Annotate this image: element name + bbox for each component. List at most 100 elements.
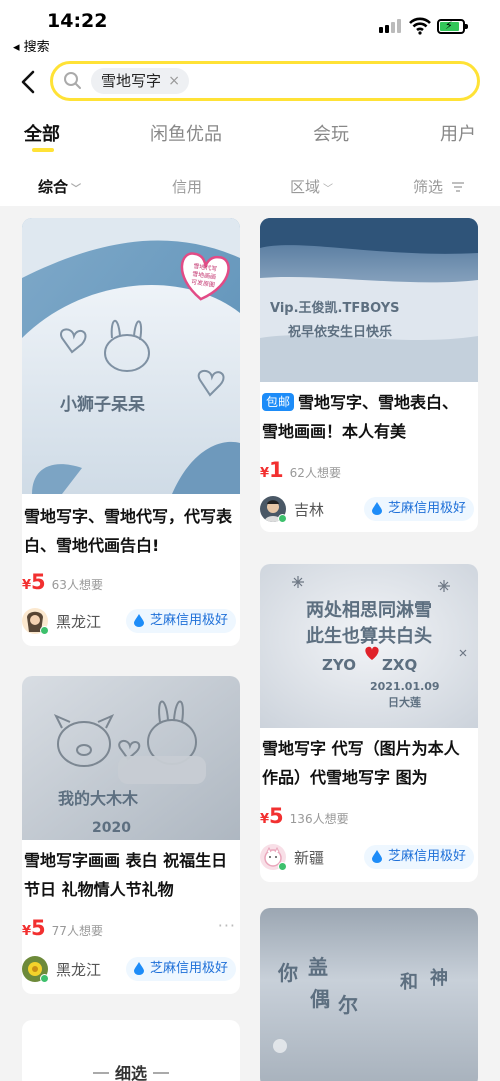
- filter-credit[interactable]: 信用: [172, 176, 202, 197]
- want-count: 63人想要: [51, 578, 103, 592]
- product-image: 你 盖 偶 尔 和 神: [260, 908, 478, 1081]
- signal-icon: [379, 19, 405, 33]
- filter-credit-label: 信用: [172, 178, 203, 196]
- snow-writing: 两处相思同淋雪: [306, 599, 432, 621]
- seller-row[interactable]: 吉林 芝麻信用极好: [260, 496, 478, 526]
- battery-icon: ⚡: [437, 19, 468, 34]
- snow-writing: 尔: [338, 993, 358, 1017]
- drop-icon: [133, 614, 144, 627]
- drop-icon: [371, 850, 382, 863]
- credit-label: 芝麻信用极好: [149, 961, 228, 976]
- price-row: ¥5 63人想要: [22, 570, 103, 594]
- seller-row[interactable]: 黑龙江 芝麻信用极好: [22, 956, 240, 986]
- snow-writing: 你: [277, 961, 298, 985]
- product-image: Vip.王俊凯.TFBOYS 祝早依安生日快乐: [260, 218, 478, 382]
- search-header: 雪地写字 × 全部 闲鱼优品 会玩 用户: [0, 58, 500, 166]
- wifi-icon: [409, 17, 431, 35]
- price-row: ¥5 77人想要: [22, 916, 103, 940]
- search-box[interactable]: 雪地写字 ×: [50, 61, 480, 101]
- online-dot: [278, 514, 287, 523]
- seller-region: 黑龙江: [56, 613, 102, 631]
- product-card[interactable]: 我的大木木 2020 雪地写字画画 表白 祝福生日 节日 礼物情人节礼物 ¥5 7…: [22, 676, 240, 994]
- product-card[interactable]: 小狮子呆呆 雪地代写 雪地画画 可发原图 雪地写字、雪地代写，代写表白、雪地代画…: [22, 218, 240, 646]
- free-shipping-tag: 包邮: [262, 393, 295, 411]
- credit-label: 芝麻信用极好: [387, 849, 466, 864]
- filter-screen[interactable]: 筛选: [413, 176, 464, 197]
- tab-huiwan[interactable]: 会玩: [313, 120, 349, 146]
- snow-writing: Vip.王俊凯.TFBOYS: [270, 300, 400, 316]
- refine-heading: 细选: [22, 1060, 240, 1081]
- drop-icon: [133, 962, 144, 975]
- category-tabs: 全部 闲鱼优品 会玩 用户: [0, 120, 500, 160]
- product-image: 两处相思同淋雪 此生也算共白头 ZYO ZXQ 2021.01.09 日大莲: [260, 564, 478, 728]
- snow-writing: 祝早依安生日快乐: [288, 324, 392, 340]
- seller-region: 黑龙江: [56, 961, 102, 979]
- product-title: 包邮 雪地写字、雪地表白、雪地画画！本人有美: [260, 388, 474, 446]
- snow-writing: 我的大木木: [58, 789, 139, 808]
- credit-badge: 芝麻信用极好: [125, 957, 236, 981]
- seller-region: 吉林: [294, 501, 325, 519]
- credit-badge: 芝麻信用极好: [125, 609, 236, 633]
- back-to-app-link[interactable]: ◂ 搜索: [13, 36, 50, 55]
- seller-row[interactable]: 黑龙江 芝麻信用极好: [22, 608, 240, 638]
- snow-writing: 2020: [92, 820, 131, 836]
- status-bar: 14:22 ◂ 搜索 ⚡: [0, 0, 500, 58]
- drop-icon: [371, 502, 382, 515]
- refine-label: 细选: [114, 1064, 147, 1081]
- search-query-chip[interactable]: 雪地写字 ×: [91, 68, 190, 94]
- credit-label: 芝麻信用极好: [149, 613, 228, 628]
- seller-row[interactable]: 新疆 芝麻信用极好: [260, 844, 478, 874]
- credit-badge: 芝麻信用极好: [363, 497, 474, 521]
- clear-query-icon[interactable]: ×: [168, 68, 180, 94]
- product-card[interactable]: 你 盖 偶 尔 和 神: [260, 908, 478, 1081]
- filter-screen-label: 筛选: [413, 178, 444, 196]
- product-card[interactable]: Vip.王俊凯.TFBOYS 祝早依安生日快乐 包邮 雪地写字、雪地表白、雪地画画…: [260, 218, 478, 532]
- filter-comprehensive-label: 综合: [38, 178, 69, 196]
- product-title: 雪地写字 代写（图片为本人作品）代雪地写字 图为: [262, 739, 460, 787]
- snow-writing: 神: [430, 967, 448, 989]
- filter-region-label: 区域: [290, 178, 321, 196]
- active-tab-indicator: [32, 148, 54, 152]
- search-query-text: 雪地写字: [101, 72, 162, 90]
- snow-writing: ZXQ: [382, 656, 417, 674]
- back-arrow-icon[interactable]: [16, 66, 44, 98]
- snow-writing: 小狮子呆呆: [60, 394, 145, 415]
- tab-xianyu-select[interactable]: 闲鱼优品: [150, 120, 222, 146]
- snow-writing: ZYO: [322, 656, 356, 674]
- product-price: 5: [269, 804, 284, 828]
- snow-writing: 盖: [308, 955, 328, 979]
- product-title: 雪地写字、雪地代写，代写表白、雪地代画告白!: [24, 507, 232, 555]
- status-time: 14:22: [47, 10, 108, 32]
- filter-region[interactable]: 区域 ﹀: [290, 176, 333, 197]
- chevron-down-icon: ﹀: [71, 184, 82, 195]
- want-count: 62人想要: [289, 466, 341, 480]
- price-row: ¥5 136人想要: [260, 804, 349, 828]
- online-dot: [278, 862, 287, 871]
- chevron-down-icon: ﹀: [323, 184, 334, 195]
- filter-bar: 综合 ﹀ 信用 区域 ﹀ 筛选: [0, 166, 500, 206]
- product-card[interactable]: 两处相思同淋雪 此生也算共白头 ZYO ZXQ 2021.01.09 日大莲 雪…: [260, 564, 478, 882]
- product-price: 5: [31, 570, 46, 594]
- product-price: 5: [31, 916, 46, 940]
- snow-writing: 此生也算共白头: [306, 625, 432, 647]
- tab-users[interactable]: 用户: [440, 120, 476, 146]
- snow-writing: 和: [400, 972, 418, 993]
- refine-card[interactable]: 细选: [22, 1020, 240, 1081]
- product-image: 小狮子呆呆 雪地代写 雪地画画 可发原图: [22, 218, 240, 494]
- online-dot: [40, 626, 49, 635]
- online-dot: [40, 974, 49, 983]
- price-row: ¥1 62人想要: [260, 458, 341, 482]
- product-image: 我的大木木 2020: [22, 676, 240, 840]
- seller-region: 新疆: [294, 849, 325, 867]
- want-count: 136人想要: [289, 812, 349, 826]
- credit-badge: 芝麻信用极好: [363, 845, 474, 869]
- credit-label: 芝麻信用极好: [387, 501, 466, 516]
- more-options-icon[interactable]: ···: [218, 916, 236, 935]
- search-icon: [64, 72, 81, 89]
- tab-all[interactable]: 全部: [24, 120, 60, 146]
- funnel-icon: [451, 182, 464, 192]
- want-count: 77人想要: [51, 924, 103, 938]
- product-title: 雪地写字画画 表白 祝福生日 节日 礼物情人节礼物: [24, 851, 228, 899]
- product-price: 1: [269, 458, 284, 482]
- filter-comprehensive[interactable]: 综合 ﹀: [38, 176, 81, 197]
